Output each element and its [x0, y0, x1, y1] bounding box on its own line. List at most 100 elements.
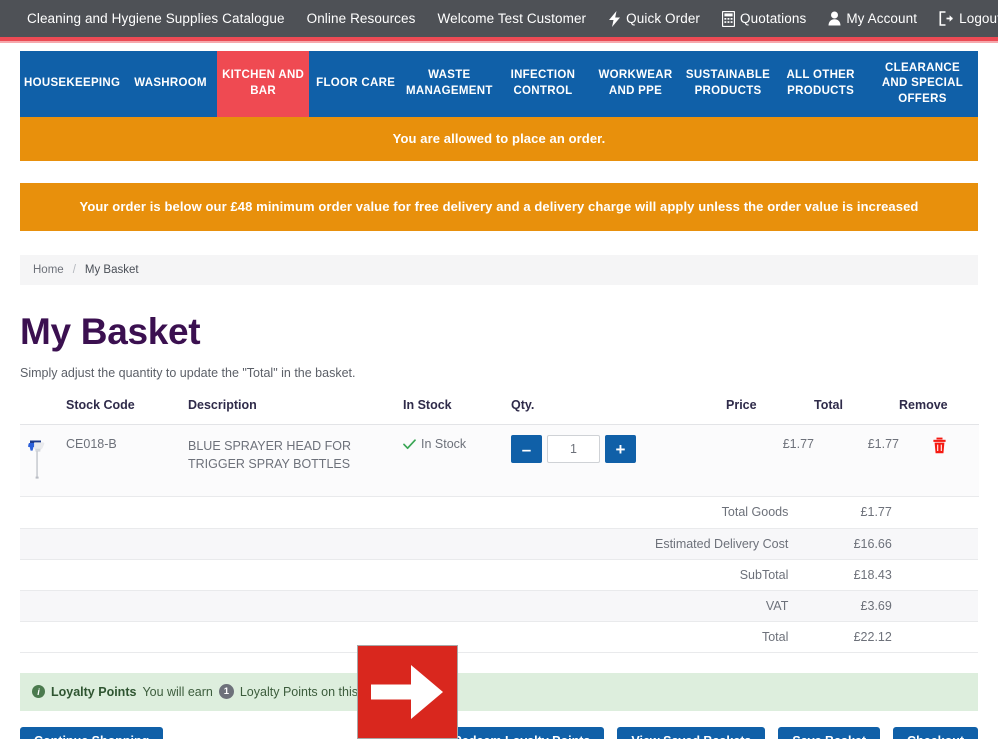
calculator-icon — [722, 10, 736, 27]
cell-in-stock: In Stock — [403, 424, 511, 497]
header-in-stock: In Stock — [403, 392, 511, 425]
online-resources-link[interactable]: Online Resources — [307, 11, 416, 26]
breadcrumb-home[interactable]: Home — [33, 264, 64, 276]
totals-label: Total — [596, 621, 803, 653]
sprayer-head-product-icon — [20, 437, 54, 481]
lightning-icon — [608, 10, 621, 27]
product-description: BLUE SPRAYER HEAD FOR TRIGGER SPRAY BOTT… — [188, 439, 352, 472]
minimum-order-value-alert: Your order is below our £48 minimum orde… — [20, 183, 978, 231]
loyalty-points-count: 1 — [218, 684, 234, 699]
totals-pad — [892, 497, 978, 529]
catalogue-link[interactable]: Cleaning and Hygiene Supplies Catalogue — [27, 11, 285, 26]
qty-input[interactable] — [547, 435, 600, 463]
nav-item-sustainable-products[interactable]: SUSTAINABLE PRODUCTS — [681, 51, 775, 117]
catalogue-link-label: Cleaning and Hygiene Supplies Catalogue — [27, 11, 285, 26]
page-title: My Basket — [20, 311, 201, 352]
nav-label: HOUSEKEEPING — [24, 77, 121, 90]
nav-item-floor-care[interactable]: FLOOR CARE — [309, 51, 402, 117]
page-subtitle: Simply adjust the quantity to update the… — [20, 366, 356, 380]
totals-label: Total Goods — [596, 497, 803, 529]
quotations-label: Quotations — [740, 11, 807, 26]
totals-label: VAT — [596, 590, 803, 622]
nav-label: WASTE MANAGEMENT — [405, 69, 493, 97]
main-navigation: HOUSEKEEPING WASHROOM KITCHEN AND BAR FL… — [20, 51, 979, 117]
continue-shopping-button[interactable]: Continue Shopping — [20, 726, 164, 739]
check-icon — [403, 438, 416, 450]
breadcrumb-current: My Basket — [84, 264, 139, 276]
info-icon: i — [32, 685, 45, 698]
cell-price: £1.77 — [726, 424, 814, 497]
totals-label: SubTotal — [596, 559, 803, 591]
annotation-arrow-box — [357, 645, 458, 739]
basket-table: Stock Code Description In Stock Qty. Pri… — [20, 392, 979, 497]
trash-icon[interactable] — [932, 437, 947, 454]
user-icon — [828, 11, 841, 26]
order-permission-alert: You are allowed to place an order. — [20, 117, 978, 161]
totals-pad — [892, 621, 978, 653]
totals-spacer — [20, 559, 597, 591]
header-remove: Remove — [899, 392, 979, 425]
totals-value: £1.77 — [802, 497, 893, 529]
checkout-button[interactable]: Checkout — [893, 726, 978, 739]
nav-item-clearance-and-special-offers[interactable]: CLEARANCE AND SPECIAL OFFERS — [866, 51, 979, 117]
breadcrumb: Home / My Basket — [20, 255, 978, 285]
nav-item-waste-management[interactable]: WASTE MANAGEMENT — [401, 51, 497, 117]
basket-primary-actions: £ Redeem Loyalty Points View Saved Baske… — [425, 726, 978, 739]
nav-item-all-other-products[interactable]: ALL OTHER PRODUCTS — [774, 51, 867, 117]
stock-status: In Stock — [403, 437, 466, 451]
quick-order-label: Quick Order — [626, 11, 701, 26]
header-qty: Qty. — [511, 392, 726, 425]
totals-spacer — [20, 528, 597, 560]
nav-item-washroom[interactable]: WASHROOM — [124, 51, 217, 117]
totals-row-total-goods: Total Goods £1.77 — [20, 497, 978, 529]
totals-value: £22.12 — [802, 621, 893, 653]
cell-stock-code: CE018-B — [66, 424, 188, 497]
welcome-customer-text: Welcome Test Customer — [437, 11, 587, 26]
totals-row-delivery: Estimated Delivery Cost £16.66 — [20, 528, 978, 560]
quick-order-link[interactable]: Quick Order — [608, 10, 701, 27]
header-image — [20, 392, 66, 425]
totals-spacer — [20, 590, 597, 622]
totals-value: £18.43 — [802, 559, 893, 591]
header-description: Description — [188, 392, 403, 425]
totals-row-total: Total £22.12 — [20, 621, 978, 653]
loyalty-title: Loyalty Points — [51, 684, 137, 699]
stock-status-label: In Stock — [421, 437, 467, 451]
top-utility-bar: Cleaning and Hygiene Supplies Catalogue … — [0, 0, 998, 37]
my-account-label: My Account — [846, 11, 918, 26]
product-thumbnail-cell — [20, 424, 66, 497]
nav-label: FLOOR CARE — [316, 77, 396, 90]
nav-item-housekeeping[interactable]: HOUSEKEEPING — [20, 51, 125, 117]
totals-value: £3.69 — [802, 590, 893, 622]
qty-decrease-button[interactable]: – — [511, 435, 542, 463]
loyalty-text-before: You will earn — [142, 684, 213, 699]
loyalty-points-banner: i Loyalty Points You will earn 1 Loyalty… — [20, 672, 978, 711]
totals-row-vat: VAT £3.69 — [20, 590, 978, 622]
basket-table-header-row: Stock Code Description In Stock Qty. Pri… — [20, 392, 979, 425]
cell-remove — [899, 424, 979, 497]
view-saved-baskets-button[interactable]: View Saved Baskets — [617, 726, 766, 739]
header-price: Price — [726, 392, 814, 425]
nav-item-kitchen-and-bar[interactable]: KITCHEN AND BAR — [216, 51, 310, 117]
totals-spacer — [20, 497, 597, 529]
quantity-stepper: – + — [511, 435, 636, 463]
totals-label: Estimated Delivery Cost — [596, 528, 803, 560]
totals-table: Total Goods £1.77 Estimated Delivery Cos… — [20, 497, 978, 653]
welcome-customer-label[interactable]: Welcome Test Customer — [438, 11, 587, 26]
cell-qty: – + — [511, 424, 726, 497]
header-stock-code: Stock Code — [66, 392, 188, 425]
logout-link[interactable]: Logout — [939, 11, 998, 26]
online-resources-label: Online Resources — [306, 11, 416, 26]
qty-increase-button[interactable]: + — [605, 435, 636, 463]
nav-item-workwear-and-ppe[interactable]: WORKWEAR AND PPE — [589, 51, 682, 117]
logout-label: Logout — [959, 11, 998, 26]
nav-label: SUSTAINABLE PRODUCTS — [685, 69, 771, 97]
nav-item-infection-control[interactable]: INFECTION CONTROL — [496, 51, 590, 117]
totals-value: £16.66 — [802, 528, 893, 560]
my-account-link[interactable]: My Account — [828, 11, 917, 26]
totals-pad — [892, 590, 978, 622]
cell-description: BLUE SPRAYER HEAD FOR TRIGGER SPRAY BOTT… — [188, 424, 403, 497]
quotations-link[interactable]: Quotations — [722, 10, 807, 27]
nav-label: WORKWEAR AND PPE — [598, 69, 673, 97]
save-basket-button[interactable]: Save Basket — [778, 726, 881, 739]
